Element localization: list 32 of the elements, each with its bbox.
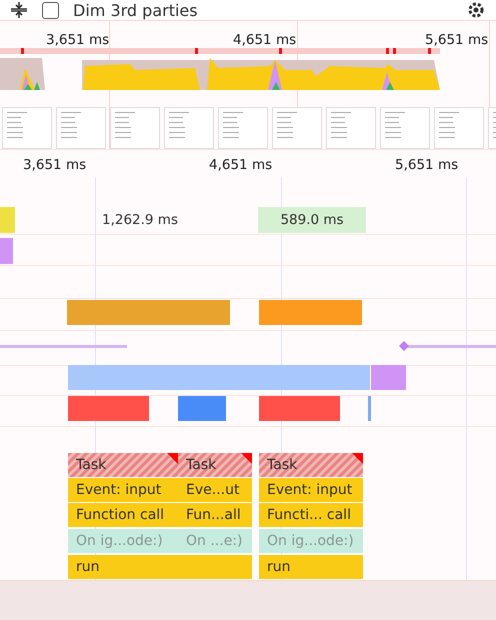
screenshot-thumbnail[interactable] xyxy=(326,107,376,149)
collapse-icon[interactable] xyxy=(10,1,28,19)
event-bar[interactable]: Eve...ut xyxy=(178,478,252,502)
event-bar[interactable]: Functi... call xyxy=(259,503,363,527)
screenshot-thumbnail[interactable] xyxy=(2,107,52,149)
time-tick: 5,651 ms xyxy=(425,32,488,48)
duration-label[interactable]: 589.0 ms xyxy=(258,207,366,233)
duration-label[interactable]: 1,262.9 ms xyxy=(80,207,200,233)
time-tick: 3,651 ms xyxy=(23,157,86,173)
time-tick: 3,651 ms xyxy=(46,32,110,48)
screenshot-thumbnail[interactable] xyxy=(110,107,160,149)
screenshot-thumbnail[interactable] xyxy=(380,107,430,149)
screenshot-thumbnail[interactable] xyxy=(434,107,484,149)
screenshot-thumbnail[interactable] xyxy=(218,107,268,149)
time-tick: 4,651 ms xyxy=(209,157,272,173)
screenshot-thumbnail[interactable] xyxy=(272,107,322,149)
task-bar[interactable]: Task xyxy=(178,453,252,477)
screenshot-thumbnail[interactable] xyxy=(164,107,214,149)
event-bar[interactable]: Function call xyxy=(68,503,178,527)
settings-icon[interactable] xyxy=(466,0,486,20)
event-bar[interactable]: Event: input xyxy=(68,478,178,502)
marker-icon[interactable] xyxy=(399,341,409,351)
checkbox[interactable] xyxy=(42,2,59,18)
task-bar[interactable]: Task xyxy=(259,453,363,477)
event-bar[interactable]: run xyxy=(68,555,178,579)
time-tick: 4,651 ms xyxy=(233,32,296,48)
time-tick: 5,651 ms xyxy=(395,157,458,173)
event-bar[interactable]: Fun...all xyxy=(178,503,252,527)
event-bar[interactable]: run xyxy=(259,555,363,579)
event-bar[interactable]: Event: input xyxy=(259,478,363,502)
task-bar[interactable]: Task xyxy=(68,453,178,477)
screenshot-thumbnail[interactable] xyxy=(56,107,106,149)
